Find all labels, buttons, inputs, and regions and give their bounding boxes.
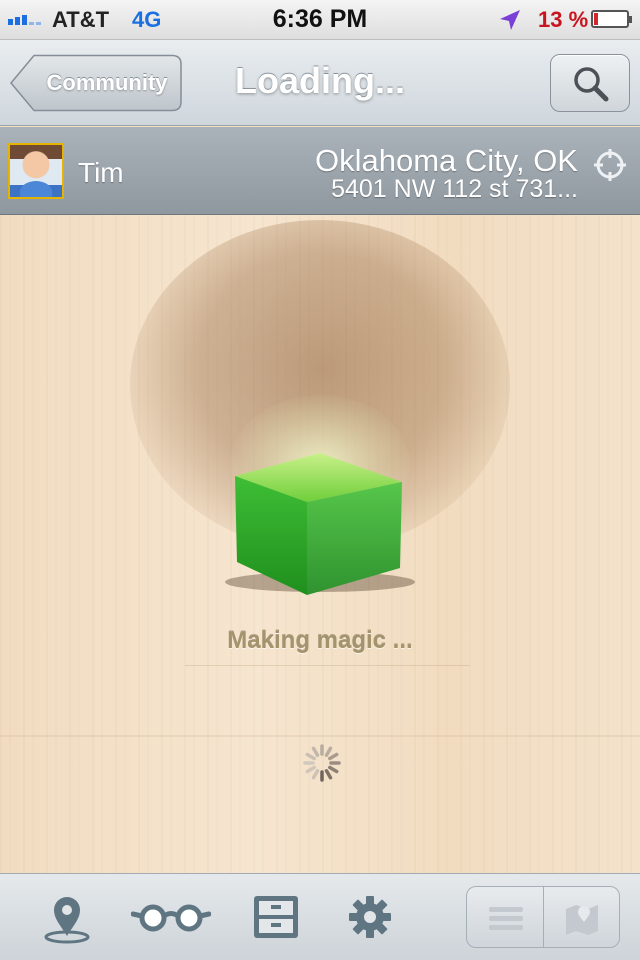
page-title: Loading...	[235, 60, 405, 101]
back-button[interactable]: Community	[10, 54, 182, 112]
file-cabinet-icon[interactable]	[252, 894, 300, 940]
map-pin-icon[interactable]	[42, 892, 92, 944]
back-button-label: Community	[46, 70, 168, 95]
map-icon	[566, 905, 598, 935]
navigation-bar: Community Loading...	[0, 40, 640, 126]
tab-bar	[0, 873, 640, 960]
battery-icon	[591, 10, 632, 28]
battery-percentage: 13 %	[538, 7, 589, 32]
glasses-icon[interactable]	[131, 902, 211, 934]
location-address[interactable]: 5401 NW 112 st 731...	[331, 175, 578, 204]
list-view-button[interactable]	[467, 887, 543, 947]
gear-icon[interactable]	[348, 895, 392, 939]
message-divider	[185, 665, 470, 666]
search-icon	[574, 67, 609, 102]
user-name[interactable]: Tim	[78, 157, 124, 189]
map-view-button[interactable]	[543, 887, 619, 947]
list-icon	[489, 907, 523, 930]
user-location-bar: Tim Oklahoma City, OK 5401 NW 112 st 731…	[0, 127, 640, 215]
crosshair-icon[interactable]	[593, 148, 627, 182]
spinner-icon	[303, 744, 341, 782]
loading-message: Making magic ...	[227, 627, 413, 654]
avatar[interactable]	[8, 143, 64, 199]
loading-area: Making magic ...	[0, 215, 640, 873]
location-city[interactable]: Oklahoma City, OK	[315, 143, 578, 179]
green-cube-icon	[225, 453, 415, 595]
status-bar: AT&T 4G 6:36 PM 13 %	[0, 0, 640, 40]
view-toggle	[466, 886, 620, 948]
search-button[interactable]	[550, 54, 630, 112]
location-arrow-icon	[500, 10, 520, 30]
wood-seam	[0, 735, 640, 737]
battery-level	[594, 13, 598, 25]
